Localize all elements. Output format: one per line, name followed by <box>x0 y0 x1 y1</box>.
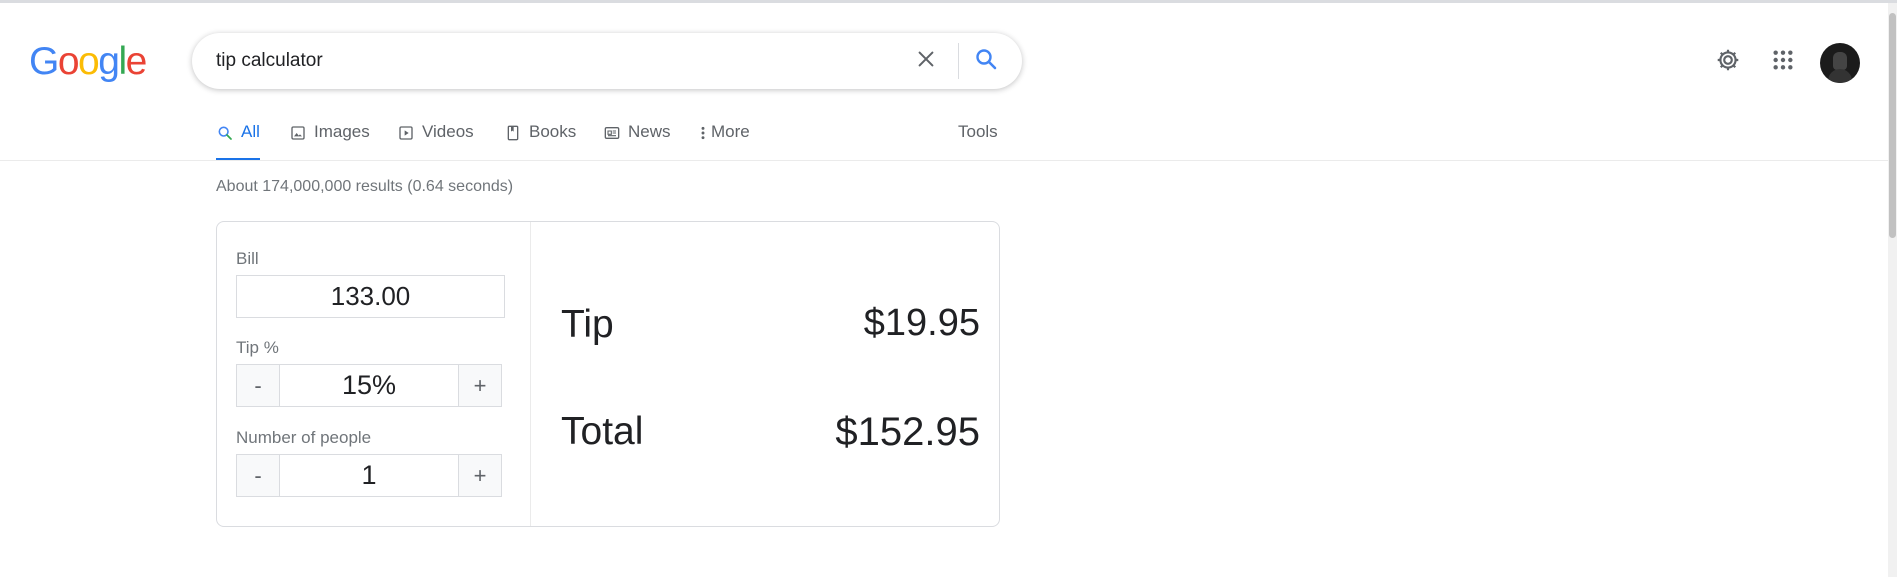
tip-output-value: $19.95 <box>863 302 980 344</box>
tip-decrease-button[interactable]: - <box>237 365 280 406</box>
close-icon <box>915 48 937 75</box>
tab-all[interactable]: All <box>216 122 260 161</box>
more-vert-icon <box>699 124 707 142</box>
tab-label: Tools <box>958 122 998 141</box>
book-icon <box>504 124 522 142</box>
google-logo[interactable]: Google <box>29 40 148 84</box>
total-output-value: $152.95 <box>835 410 980 454</box>
image-icon <box>289 124 307 142</box>
people-value[interactable]: 1 <box>280 455 458 496</box>
total-output-label: Total <box>561 410 644 453</box>
search-box <box>192 33 1022 89</box>
tip-percent-label: Tip % <box>236 338 279 357</box>
logo-letter: e <box>125 40 148 83</box>
logo-letter: o <box>57 40 80 83</box>
play-icon <box>397 124 415 142</box>
tip-percent-stepper: - 15% + <box>236 364 502 407</box>
search-input[interactable] <box>216 49 876 73</box>
tab-label: Images <box>314 122 370 141</box>
avatar-head <box>1833 52 1847 70</box>
gear-icon <box>1715 47 1741 78</box>
search-button[interactable] <box>970 45 1002 77</box>
tab-books[interactable]: Books <box>504 122 576 160</box>
news-icon <box>603 124 621 142</box>
people-stepper: - 1 + <box>236 454 502 497</box>
tip-increase-button[interactable]: + <box>458 365 501 406</box>
bill-label: Bill <box>236 249 259 268</box>
result-stats: About 174,000,000 results (0.64 seconds) <box>216 178 514 195</box>
bill-input[interactable] <box>236 275 505 318</box>
tab-label: Books <box>529 122 577 141</box>
tip-calculator-card: Bill Tip % - 15% + Number of people - 1 … <box>216 221 1000 527</box>
avatar[interactable] <box>1820 43 1860 83</box>
settings-button[interactable] <box>1712 46 1744 78</box>
tab-label: More <box>711 122 750 141</box>
logo-letter: l <box>118 40 127 83</box>
tab-tools[interactable]: Tools <box>958 122 998 160</box>
tab-news[interactable]: News <box>603 122 671 160</box>
logo-letter: o <box>78 40 100 83</box>
tip-percent-value[interactable]: 15% <box>280 365 458 406</box>
search-divider <box>958 43 959 79</box>
tip-output-label: Tip <box>561 303 614 346</box>
top-border <box>0 0 1897 3</box>
apps-button[interactable] <box>1767 46 1799 78</box>
tab-label: Videos <box>422 122 474 141</box>
calculator-inputs: Bill Tip % - 15% + Number of people - 1 … <box>217 222 531 526</box>
tab-videos[interactable]: Videos <box>397 122 474 160</box>
clear-search-button[interactable] <box>910 45 942 77</box>
search-icon <box>974 47 998 76</box>
search-icon <box>216 124 234 142</box>
tab-label: All <box>241 122 260 141</box>
tabs-divider <box>0 160 1888 161</box>
people-increase-button[interactable]: + <box>458 455 501 496</box>
scrollbar-thumb[interactable] <box>1889 13 1896 238</box>
scrollbar[interactable] <box>1888 3 1897 577</box>
people-label: Number of people <box>236 428 372 447</box>
avatar-body <box>1828 69 1852 83</box>
tab-label: News <box>628 122 671 141</box>
logo-letter: G <box>29 40 59 83</box>
tab-images[interactable]: Images <box>289 122 370 160</box>
tab-more[interactable]: More <box>699 122 750 160</box>
apps-grid-icon <box>1772 49 1794 76</box>
logo-letter: g <box>98 40 120 83</box>
people-decrease-button[interactable]: - <box>237 455 280 496</box>
